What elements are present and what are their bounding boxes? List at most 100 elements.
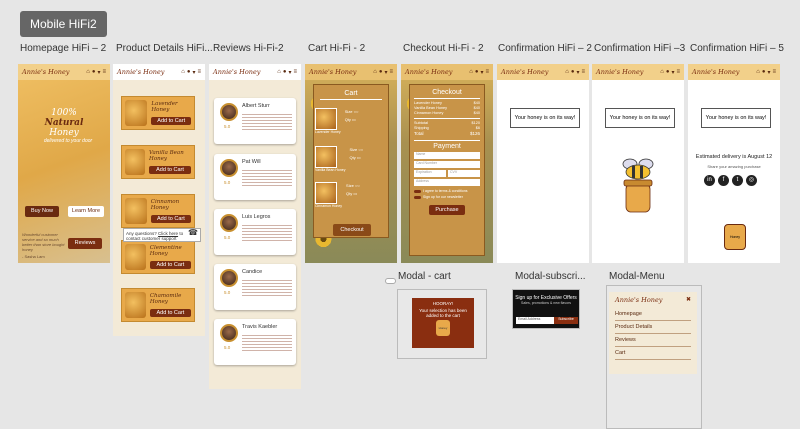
name-field[interactable]: Name [414, 152, 480, 159]
logo[interactable]: Annie's Honey [22, 68, 69, 76]
menu-item-reviews[interactable]: Reviews [615, 334, 691, 347]
logo[interactable]: Annie's Honey [405, 68, 452, 76]
menu-icon[interactable]: ≡ [676, 69, 680, 76]
support-popup[interactable]: Any questions? Click here to contact cus… [123, 228, 201, 242]
product-card[interactable]: Clementine Honey Add to Cart [121, 240, 195, 274]
menu-item-product-details[interactable]: Product Details [615, 321, 691, 334]
product-card[interactable]: Cinnamon Honey Add to Cart [121, 194, 195, 228]
cart-icon[interactable]: ▾ [192, 69, 195, 76]
frame-label-modal-subscribe[interactable]: Modal-subscri... [515, 271, 586, 282]
tumblr-icon[interactable]: t [732, 175, 743, 186]
account-icon[interactable]: ● [92, 69, 96, 76]
add-to-cart-button[interactable]: Add to Cart [149, 166, 191, 174]
frame-label-modal-cart[interactable]: Modal - cart [398, 271, 451, 282]
learn-more-button[interactable]: Learn More [68, 206, 104, 217]
add-to-cart-button[interactable]: Add to Cart [150, 215, 191, 223]
account-icon[interactable]: ● [475, 69, 479, 76]
menu-icon[interactable]: ≡ [102, 69, 106, 76]
homepage-frame[interactable]: Annie's Honey ⌂ ● ▾ ≡ 100% Natural Honey de… [18, 64, 110, 263]
cart-icon[interactable]: ▾ [288, 69, 291, 76]
reviews-button[interactable]: Reviews [68, 238, 102, 249]
product-card[interactable]: Chamomile Honey Add to Cart [121, 288, 195, 322]
product-card[interactable]: Lavender Honey Add to Cart [121, 96, 195, 130]
cart-icon[interactable]: ▾ [767, 69, 770, 76]
checkout-frame[interactable]: Annie's Honey ⌂ ● ▾ ≡ Checkout Lavender Hon… [401, 64, 493, 263]
card-number-field[interactable]: Card Number [414, 161, 480, 168]
logo[interactable]: Annie's Honey [692, 68, 739, 76]
frame-label-product-details[interactable]: Product Details HiFi... [116, 43, 213, 54]
modal-menu-frame[interactable]: Annie's Honey ✖ Homepage Product Details… [606, 285, 702, 429]
confirmation-2-frame[interactable]: Annie's Honey ⌂ ● ▾ ≡ Your honey is on its … [497, 64, 589, 263]
facebook-icon[interactable]: f [718, 175, 729, 186]
purchase-button[interactable]: Purchase [429, 205, 465, 215]
frame-label-confirmation-2[interactable]: Confirmation HiFi – 2 [498, 43, 592, 54]
frame-label-cart[interactable]: Cart Hi-Fi - 2 [308, 43, 365, 54]
cart-item[interactable]: Lavender Honey Size ○○ Qty ▭ [315, 108, 358, 134]
close-icon[interactable]: ✖ [686, 296, 691, 304]
buy-now-button[interactable]: Buy Now [25, 206, 59, 217]
menu-icon[interactable]: ≡ [389, 69, 393, 76]
menu-item-homepage[interactable]: Homepage [615, 308, 691, 321]
subscribe-button[interactable]: Subscribe [554, 317, 578, 324]
account-icon[interactable]: ● [187, 69, 191, 76]
account-icon[interactable]: ● [379, 69, 383, 76]
frame-label-modal-menu[interactable]: Modal-Menu [609, 271, 665, 282]
cart-item[interactable]: Cinnamon Honey Size ○○ Qty ▭ [315, 182, 360, 208]
logo[interactable]: Annie's Honey [596, 68, 643, 76]
account-icon[interactable]: ● [666, 69, 670, 76]
expiration-field[interactable]: Expiration [414, 170, 446, 177]
frame-label-reviews[interactable]: Reviews Hi-Fi-2 [213, 43, 284, 54]
section-title[interactable]: Mobile HiFi2 [20, 11, 107, 37]
cart-icon[interactable]: ▾ [97, 69, 100, 76]
menu-icon[interactable]: ≡ [581, 69, 585, 76]
cart-icon[interactable]: ▾ [384, 69, 387, 76]
address-field[interactable]: Address [414, 179, 480, 186]
menu-icon[interactable]: ≡ [197, 69, 201, 76]
home-icon[interactable]: ⌂ [373, 69, 377, 76]
newsletter-toggle[interactable] [414, 195, 421, 199]
logo[interactable]: Annie's Honey [117, 68, 164, 76]
home-icon[interactable]: ⌂ [565, 69, 569, 76]
home-icon[interactable]: ⌂ [756, 69, 760, 76]
home-icon[interactable]: ⌂ [277, 69, 281, 76]
checkout-button[interactable]: Checkout [333, 224, 371, 236]
email-field[interactable]: Email Address [516, 317, 554, 324]
cart-item[interactable]: Vanilla Bean Honey Size ○○ Qty ▭ [315, 146, 363, 172]
home-icon[interactable]: ⌂ [86, 69, 90, 76]
home-icon[interactable]: ⌂ [181, 69, 185, 76]
confirmation-3-frame[interactable]: Annie's Honey ⌂ ● ▾ ≡ Your honey is on its … [592, 64, 684, 263]
home-icon[interactable]: ⌂ [469, 69, 473, 76]
account-icon[interactable]: ● [571, 69, 575, 76]
component-toggle[interactable] [385, 278, 396, 284]
cart-icon[interactable]: ▾ [480, 69, 483, 76]
modal-subscribe-frame[interactable]: Sign up for Exclusive Offers Sales, prom… [512, 289, 580, 329]
product-card[interactable]: Vanilla Bean Honey Add to Cart [121, 145, 195, 179]
frame-label-homepage[interactable]: Homepage HiFi – 2 [20, 43, 106, 54]
menu-icon[interactable]: ≡ [293, 69, 297, 76]
product-details-frame[interactable]: Annie's Honey ⌂ ● ▾ ≡ Lavender Honey Add to… [113, 64, 205, 336]
logo[interactable]: Annie's Honey [309, 68, 356, 76]
menu-item-cart[interactable]: Cart [615, 347, 691, 360]
confirmation-5-frame[interactable]: Annie's Honey ⌂ ● ▾ ≡ Your honey is on its … [688, 64, 780, 263]
cart-frame[interactable]: Annie's Honey ⌂ ● ▾ ≡ Cart Lavender Honey S… [305, 64, 397, 263]
frame-label-checkout[interactable]: Checkout Hi-Fi - 2 [403, 43, 484, 54]
agree-toggle[interactable] [414, 189, 421, 193]
cart-icon[interactable]: ▾ [671, 69, 674, 76]
modal-cart-frame[interactable]: HOORAY! Your selection has been added to… [397, 289, 487, 359]
add-to-cart-button[interactable]: Add to Cart [149, 309, 191, 317]
instagram-icon[interactable]: ◎ [746, 175, 757, 186]
add-to-cart-button[interactable]: Add to Cart [149, 261, 191, 269]
logo[interactable]: Annie's Honey [213, 68, 260, 76]
cvv-field[interactable]: CVV [448, 170, 480, 177]
reviews-frame[interactable]: Annie's Honey ⌂ ● ▾ ≡ Albert Sturr 5.0 Pat … [209, 64, 301, 389]
add-to-cart-button[interactable]: Add to Cart [151, 117, 191, 125]
logo[interactable]: Annie's Honey [615, 296, 662, 304]
frame-label-confirmation-3[interactable]: Confirmation HiFi –3 [594, 43, 685, 54]
account-icon[interactable]: ● [762, 69, 766, 76]
menu-icon[interactable]: ≡ [772, 69, 776, 76]
menu-icon[interactable]: ≡ [485, 69, 489, 76]
logo[interactable]: Annie's Honey [501, 68, 548, 76]
frame-label-confirmation-5[interactable]: Confirmation HiFi – 5 [690, 43, 784, 54]
cart-icon[interactable]: ▾ [576, 69, 579, 76]
account-icon[interactable]: ● [283, 69, 287, 76]
